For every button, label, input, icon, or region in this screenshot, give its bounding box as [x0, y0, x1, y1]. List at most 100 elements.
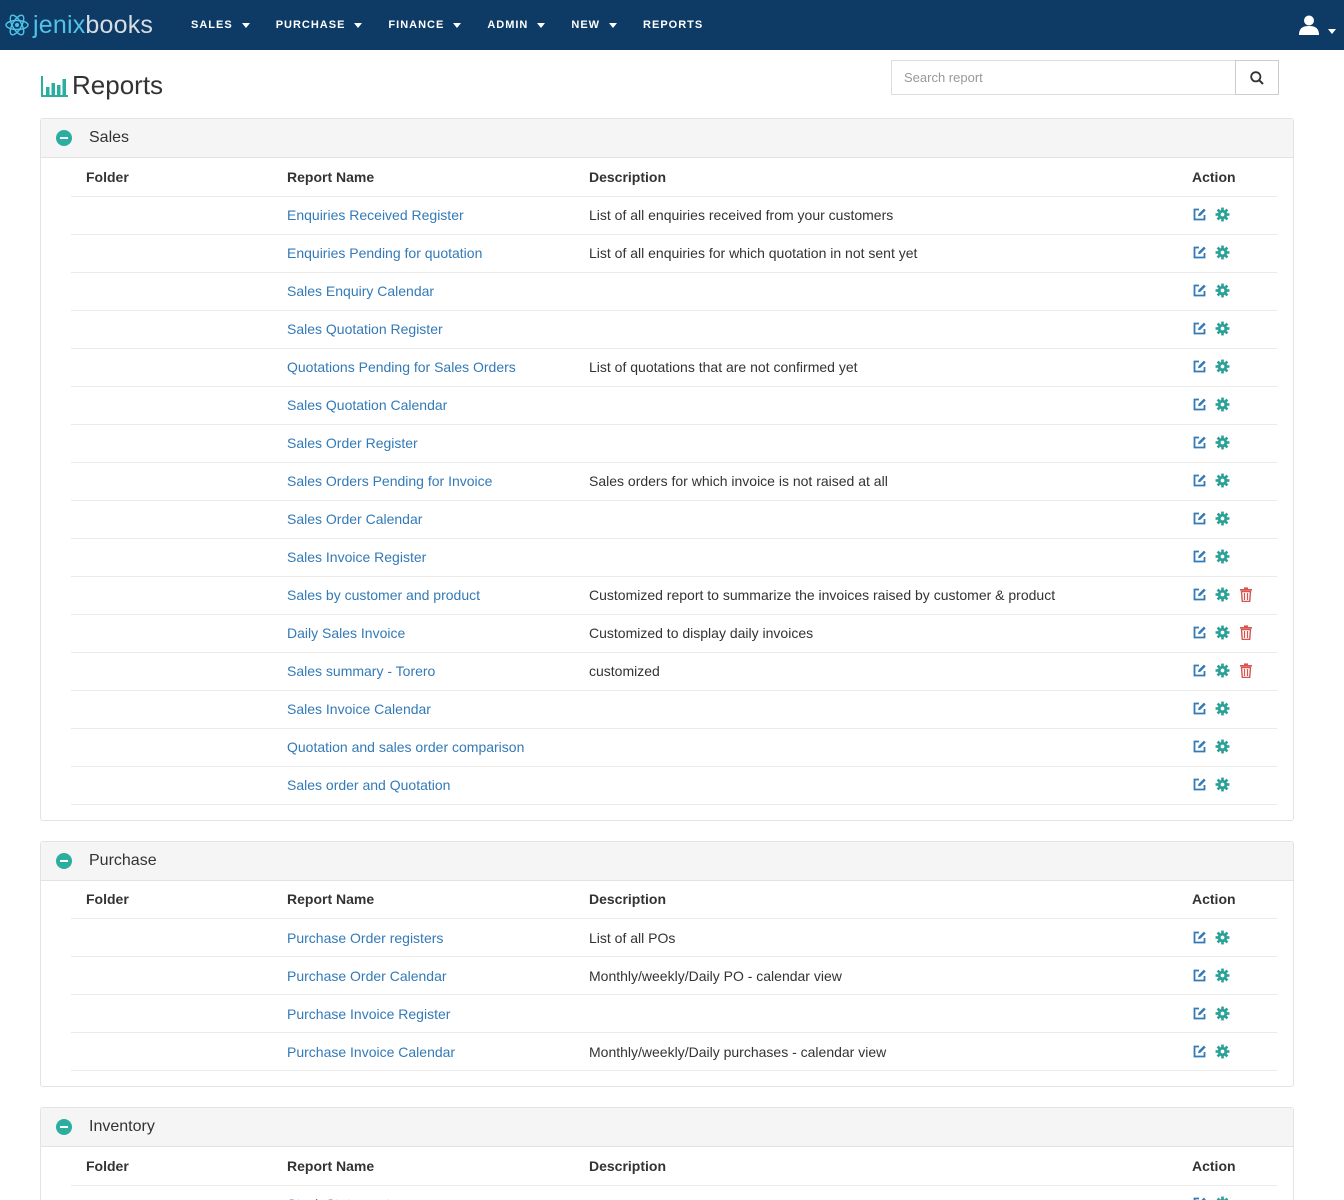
gear-icon[interactable]: [1215, 359, 1231, 375]
gear-icon[interactable]: [1215, 397, 1231, 413]
report-link[interactable]: Enquiries Received Register: [287, 207, 464, 223]
edit-icon[interactable]: [1192, 739, 1208, 755]
gear-icon[interactable]: [1215, 549, 1231, 565]
report-link[interactable]: Quotations Pending for Sales Orders: [287, 359, 516, 375]
edit-icon[interactable]: [1192, 207, 1208, 223]
edit-icon[interactable]: [1192, 549, 1208, 565]
gear-icon[interactable]: [1215, 511, 1231, 527]
edit-icon[interactable]: [1192, 245, 1208, 261]
edit-icon[interactable]: [1192, 968, 1208, 984]
edit-icon[interactable]: [1192, 701, 1208, 717]
gear-icon[interactable]: [1215, 777, 1231, 793]
edit-icon[interactable]: [1192, 511, 1208, 527]
edit-icon[interactable]: [1192, 587, 1208, 603]
edit-icon[interactable]: [1192, 435, 1208, 451]
edit-icon[interactable]: [1192, 1006, 1208, 1022]
report-link[interactable]: Sales Invoice Register: [287, 549, 426, 565]
report-link[interactable]: Sales Order Register: [287, 435, 418, 451]
gear-icon[interactable]: [1215, 283, 1231, 299]
panel-heading-sales[interactable]: Sales: [41, 119, 1293, 158]
report-link[interactable]: Sales order and Quotation: [287, 777, 450, 793]
collapse-minus-icon[interactable]: [56, 1119, 72, 1135]
gear-icon[interactable]: [1215, 245, 1231, 261]
report-link[interactable]: Purchase Invoice Calendar: [287, 1044, 455, 1060]
report-link[interactable]: Enquiries Pending for quotation: [287, 245, 482, 261]
nav-item-label: REPORTS: [643, 19, 704, 31]
row-actions: [1192, 397, 1262, 413]
gear-icon[interactable]: [1215, 435, 1231, 451]
gear-icon[interactable]: [1215, 321, 1231, 337]
gear-icon[interactable]: [1215, 701, 1231, 717]
report-link[interactable]: Sales Orders Pending for Invoice: [287, 473, 492, 489]
gear-icon[interactable]: [1215, 1196, 1231, 1200]
row-actions: [1192, 549, 1262, 565]
report-link[interactable]: Stock Statement: [287, 1196, 390, 1200]
edit-icon[interactable]: [1192, 930, 1208, 946]
edit-icon[interactable]: [1192, 359, 1208, 375]
edit-icon[interactable]: [1192, 777, 1208, 793]
search-button[interactable]: [1235, 60, 1279, 95]
report-link[interactable]: Quotation and sales order comparison: [287, 739, 524, 755]
nav-item-sales[interactable]: SALES: [178, 0, 263, 50]
collapse-minus-icon[interactable]: [56, 852, 72, 869]
report-link[interactable]: Purchase Order Calendar: [287, 968, 447, 984]
description-cell: [574, 272, 1177, 311]
edit-icon[interactable]: [1192, 625, 1208, 641]
trash-icon[interactable]: [1239, 625, 1255, 641]
chevron-down-icon: [453, 22, 462, 28]
nav-item-finance[interactable]: FINANCE: [375, 0, 474, 50]
edit-icon[interactable]: [1192, 321, 1208, 337]
gear-icon[interactable]: [1215, 473, 1231, 489]
collapse-minus-icon[interactable]: [56, 130, 72, 146]
trash-icon[interactable]: [1239, 587, 1255, 603]
edit-icon[interactable]: [1192, 1044, 1208, 1060]
gear-icon[interactable]: [1215, 663, 1231, 679]
panel-title: Sales: [89, 129, 130, 146]
folder-cell: [71, 424, 272, 463]
panel-title: Purchase: [89, 851, 157, 869]
panel-heading-inventory[interactable]: Inventory: [41, 1108, 1293, 1147]
gear-icon[interactable]: [1215, 1006, 1231, 1022]
nav-item-purchase[interactable]: PURCHASE: [263, 0, 376, 50]
nav-item-new[interactable]: NEW: [558, 0, 630, 50]
edit-icon[interactable]: [1192, 283, 1208, 299]
nav-item-admin[interactable]: ADMIN: [474, 0, 558, 50]
report-link[interactable]: Sales summary - Torero: [287, 663, 435, 679]
table-row: Sales order and Quotation: [71, 766, 1277, 805]
brand-logo[interactable]: jenixbooks: [0, 0, 178, 50]
folder-cell: [71, 500, 272, 539]
report-link[interactable]: Purchase Invoice Register: [287, 1006, 450, 1022]
report-link[interactable]: Sales Quotation Register: [287, 321, 443, 337]
gear-icon[interactable]: [1215, 207, 1231, 223]
folder-cell: [71, 386, 272, 425]
edit-icon[interactable]: [1192, 663, 1208, 679]
edit-icon[interactable]: [1192, 397, 1208, 413]
report-link[interactable]: Sales Quotation Calendar: [287, 397, 447, 413]
trash-icon[interactable]: [1239, 663, 1255, 679]
nav-item-reports[interactable]: REPORTS: [630, 0, 716, 50]
table-row: Sales Invoice Register: [71, 538, 1277, 577]
row-actions: [1192, 1006, 1262, 1022]
edit-icon[interactable]: [1192, 1196, 1208, 1200]
gear-icon[interactable]: [1215, 739, 1231, 755]
bar-chart-icon: [41, 75, 68, 97]
user-menu[interactable]: [1298, 0, 1336, 50]
description-cell: [574, 310, 1177, 349]
report-link[interactable]: Sales Order Calendar: [287, 511, 422, 527]
description-cell: [574, 994, 1177, 1033]
report-link[interactable]: Sales Enquiry Calendar: [287, 283, 434, 299]
table-row: Sales Order Register: [71, 424, 1277, 463]
gear-icon[interactable]: [1215, 930, 1231, 946]
gear-icon[interactable]: [1215, 625, 1231, 641]
gear-icon[interactable]: [1215, 587, 1231, 603]
report-link[interactable]: Daily Sales Invoice: [287, 625, 405, 641]
search-input[interactable]: [891, 60, 1236, 95]
report-link[interactable]: Sales Invoice Calendar: [287, 701, 431, 717]
edit-icon[interactable]: [1192, 473, 1208, 489]
panel-body: Folder Report Name Description Action Purcha…: [41, 880, 1293, 1087]
report-link[interactable]: Sales by customer and product: [287, 587, 480, 603]
gear-icon[interactable]: [1215, 968, 1231, 984]
panel-heading-purchase[interactable]: Purchase: [41, 841, 1293, 881]
report-link[interactable]: Purchase Order registers: [287, 930, 443, 946]
gear-icon[interactable]: [1215, 1044, 1231, 1060]
